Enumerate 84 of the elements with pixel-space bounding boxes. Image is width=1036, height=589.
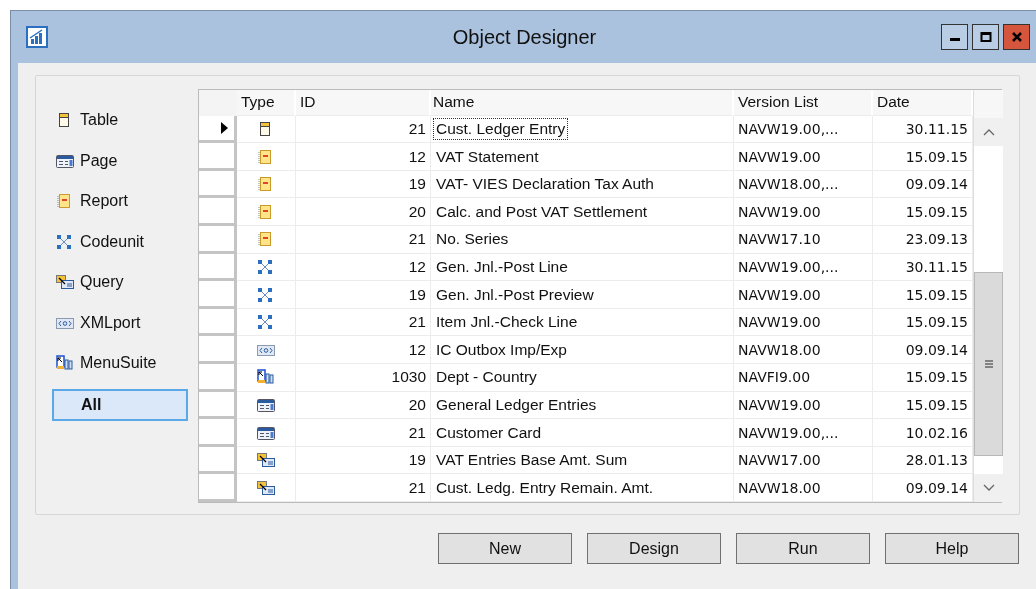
chart-icon	[26, 26, 48, 48]
table-cell-text: Dept - Country	[435, 367, 538, 388]
table-cell: Cust. Ledger Entry	[433, 118, 569, 140]
table-cell: 21	[296, 419, 431, 447]
table-cell: NAVW19.00	[734, 143, 873, 171]
minimize-icon	[949, 38, 960, 41]
table-cell: NAVW19.00	[734, 281, 873, 309]
query-icon	[257, 479, 275, 496]
column-header[interactable]: Version List	[734, 90, 873, 116]
page-icon	[257, 424, 275, 441]
scroll-down-icon[interactable]	[982, 484, 995, 492]
table-cell-text: Customer Card	[435, 422, 543, 443]
table-cell: 19	[296, 446, 431, 475]
table-cell: 12	[296, 143, 431, 171]
object-type-filter[interactable]: Report	[52, 186, 188, 216]
nodes-icon	[257, 286, 275, 303]
column-header[interactable]: Name	[431, 90, 734, 116]
minimize-button[interactable]	[941, 24, 968, 50]
table-cell: NAVW19.00	[734, 308, 873, 337]
table-cell: NAVW19.00,...	[734, 115, 873, 144]
table-cell: 20	[296, 198, 431, 227]
page-icon	[257, 396, 275, 413]
table-cell-text: IC Outbox Imp/Exp	[435, 339, 568, 360]
table-cell-text: General Ledger Entries	[435, 394, 598, 415]
table-cell-text: Item Jnl.-Check Line	[435, 312, 579, 333]
table-cell-text: Gen. Jnl.-Post Preview	[435, 284, 595, 305]
table-cell-text: Gen. Jnl.-Post Line	[435, 256, 569, 277]
object-type-filter[interactable]: MenuSuite	[52, 348, 188, 378]
table-cell: 21	[296, 308, 431, 337]
dialog-button[interactable]: Run	[736, 533, 870, 564]
maximize-button[interactable]	[972, 24, 999, 50]
close-button[interactable]	[1003, 24, 1030, 50]
current-row-icon	[221, 122, 228, 134]
table-cell: 19	[296, 281, 431, 309]
nodes-icon	[56, 233, 74, 250]
table-cell: NAVW18.00,...	[734, 170, 873, 199]
object-type-filter[interactable]: Page	[52, 145, 188, 176]
table-cell: NAVFI9.00	[734, 364, 873, 392]
column-header[interactable]: Type	[237, 90, 296, 116]
row-selector[interactable]	[199, 115, 237, 144]
column-header[interactable]: ID	[296, 90, 431, 116]
object-type-filter[interactable]: Codeunit	[52, 226, 188, 257]
table-cell: NAVW19.00,...	[734, 419, 873, 447]
nodes-icon	[257, 258, 275, 275]
table-cell-text: No. Series	[435, 229, 510, 250]
table-cell-text: VAT Entries Base Amt. Sum	[435, 450, 629, 471]
query-icon	[257, 452, 275, 469]
table-cell: NAVW19.00	[734, 391, 873, 420]
table-cell: NAVW19.00	[734, 198, 873, 227]
query-icon	[56, 274, 74, 290]
maximize-icon	[979, 31, 992, 43]
menu-suite-icon	[257, 369, 275, 386]
column-header[interactable]: Date	[873, 90, 973, 116]
table-cell: NAVW19.00,...	[734, 253, 873, 282]
table-cell-text: VAT- VIES Declaration Tax Auth	[435, 174, 655, 195]
table-cell: 21	[296, 226, 431, 254]
table-cell: 12	[296, 253, 431, 282]
page-icon	[56, 152, 74, 169]
table-cell-text: Cust. Ledg. Entry Remain. Amt.	[435, 477, 655, 498]
window-title: Object Designer	[451, 25, 598, 49]
table-cell-text: VAT Statement	[435, 146, 540, 167]
table-cell: 12	[296, 336, 431, 365]
object-type-filter[interactable]: Query	[52, 267, 188, 297]
object-type-filter[interactable]: Table	[52, 105, 188, 135]
table-cell: NAVW17.00	[734, 446, 873, 475]
object-type-filter[interactable]: XMLport	[52, 307, 188, 338]
scrollbar-thumb[interactable]	[974, 272, 1003, 456]
table-cell: NAVW17.10	[734, 226, 873, 254]
menu-suite-icon	[56, 355, 74, 371]
table-cell: 1030	[296, 364, 431, 392]
table-cell-text: Calc. and Post VAT Settlement	[435, 201, 649, 222]
table-cell: NAVW18.00	[734, 336, 873, 365]
table-cell: 20	[296, 391, 431, 420]
dialog-button[interactable]: Design	[587, 533, 721, 564]
object-type-filter[interactable]: All	[52, 388, 188, 421]
close-icon	[1010, 31, 1023, 43]
table-cell: 21	[296, 115, 431, 144]
table-cell: NAVW18.00	[734, 474, 873, 502]
table-cell: 21	[296, 474, 431, 502]
nodes-icon	[257, 314, 275, 331]
scroll-up-icon[interactable]	[982, 127, 995, 136]
dialog-button[interactable]: New	[438, 533, 572, 564]
table-cell: 19	[296, 170, 431, 199]
dialog-button[interactable]: Help	[885, 533, 1019, 564]
